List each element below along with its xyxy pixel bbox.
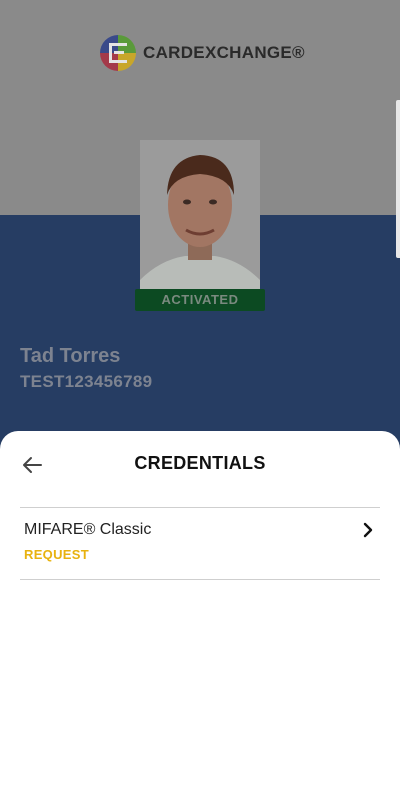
sheet-title: CREDENTIALS — [134, 453, 266, 473]
holder-photo — [140, 140, 260, 300]
cardexchange-logo-icon — [100, 35, 136, 71]
holder-id: TEST123456789 — [20, 372, 153, 391]
credential-name: MIFARE® Classic — [24, 521, 152, 538]
divider — [20, 579, 380, 580]
side-panel-handle[interactable] — [396, 100, 400, 258]
brand-name: CARDEXCHANGE® — [143, 43, 305, 62]
credential-item-mifare-classic[interactable]: MIFARE® Classic REQUEST — [20, 508, 380, 579]
credentials-sheet: CREDENTIALS MIFARE® Classic REQUEST — [0, 431, 400, 797]
credential-action-request[interactable]: REQUEST — [24, 547, 89, 562]
chevron-right-icon — [363, 522, 373, 538]
status-badge: ACTIVATED — [135, 289, 265, 311]
holder-name: Tad Torres — [20, 345, 121, 367]
brand-logo: CARDEXCHANGE® — [100, 35, 305, 71]
